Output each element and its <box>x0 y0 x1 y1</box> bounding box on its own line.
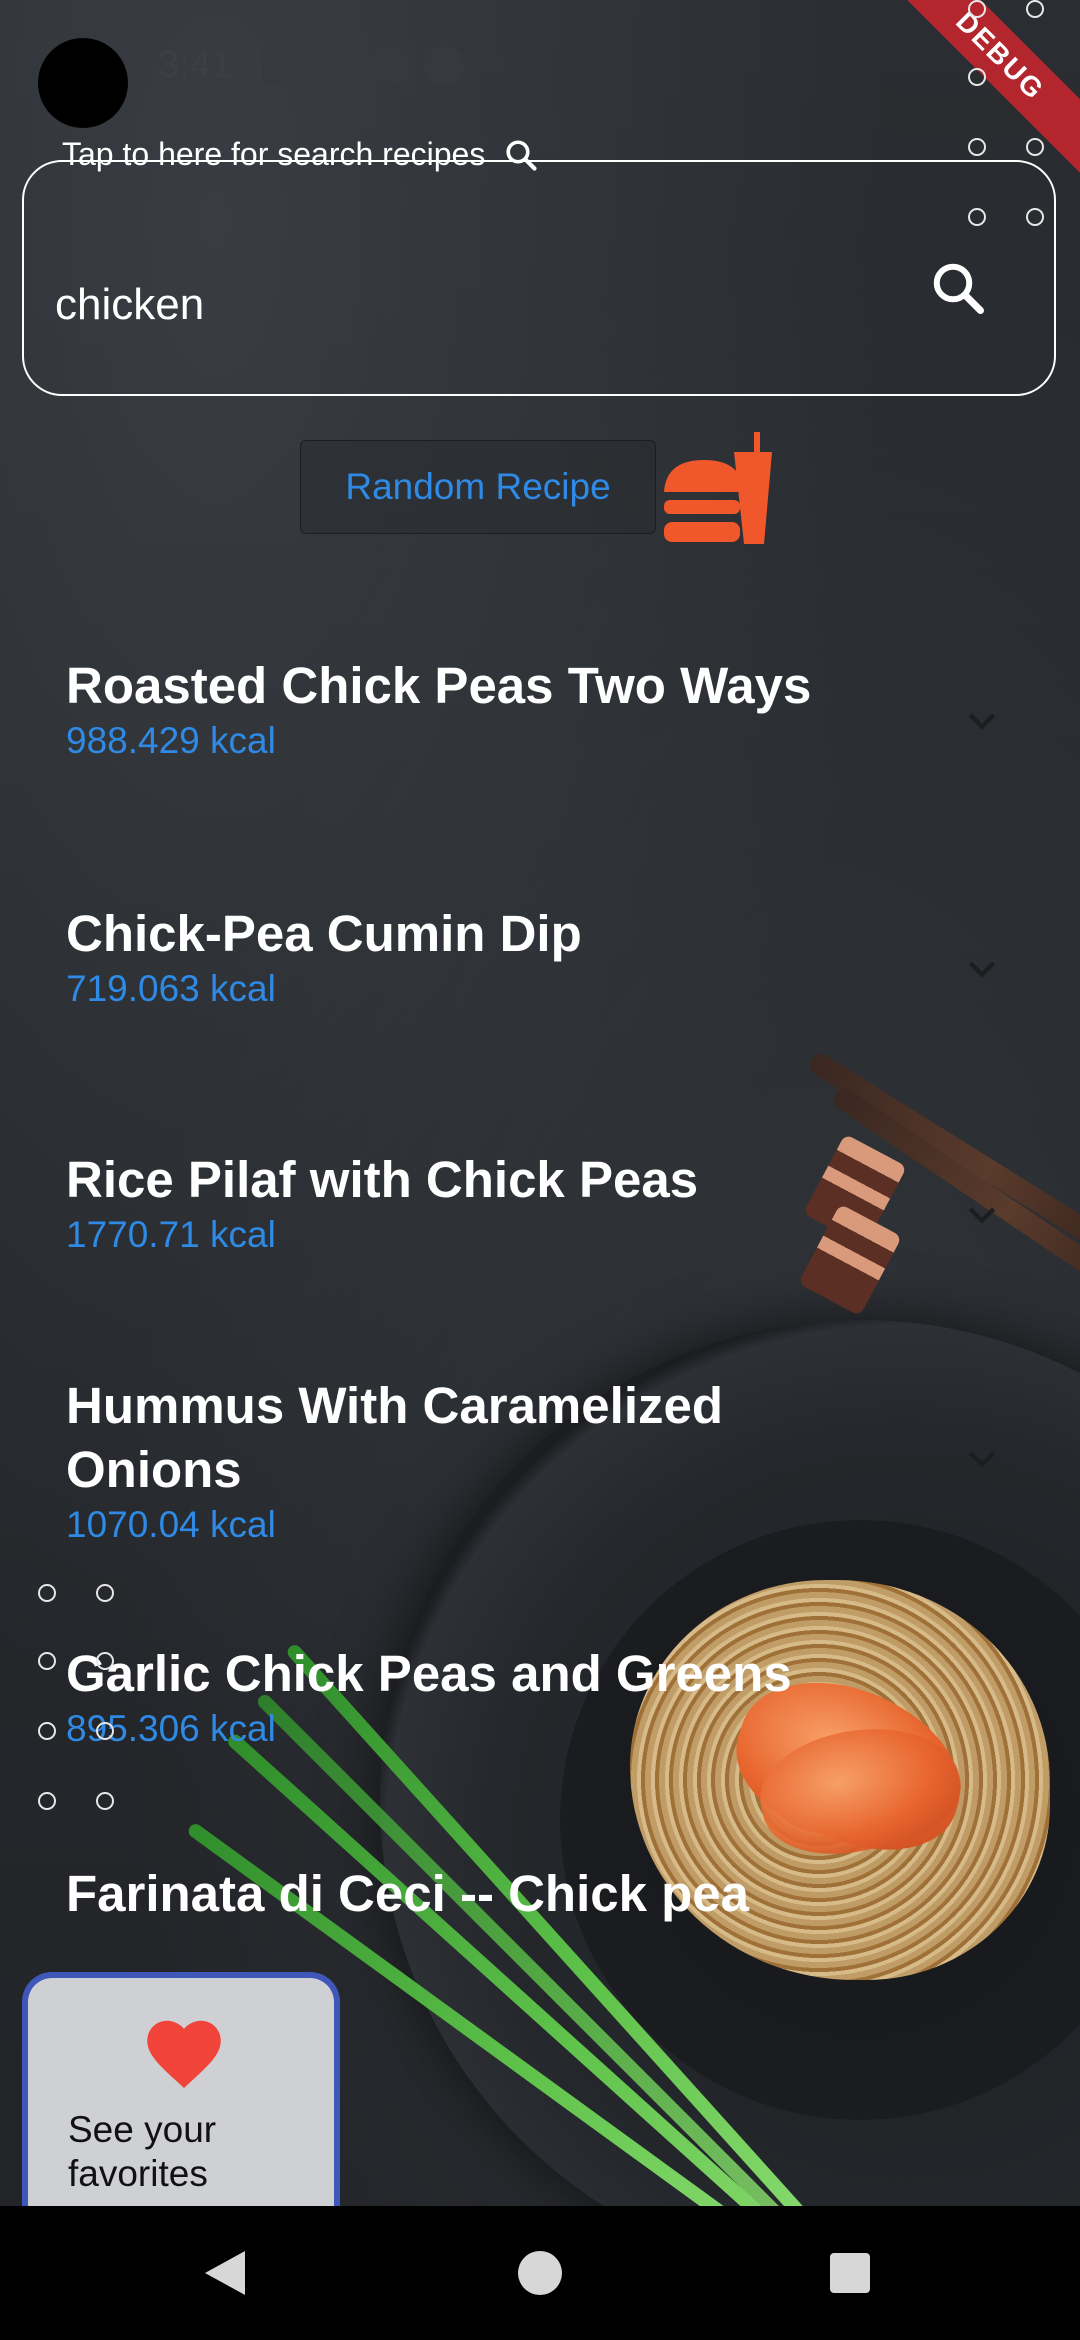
heart-icon <box>147 2020 221 2088</box>
loading-dot <box>968 68 986 86</box>
status-time: 3:41 <box>158 44 232 86</box>
loading-dot <box>968 138 986 156</box>
camera-cutout <box>38 38 128 128</box>
app-screen: 3:41 DEBUG Tap to here for search recipe… <box>0 0 1080 2206</box>
recipe-title: Roasted Chick Peas Two Ways <box>66 657 812 714</box>
app-notification-icon <box>370 46 410 86</box>
recipe-kcal: 895.306 kcal <box>66 1708 276 1749</box>
recipe-kcal: 988.429 kcal <box>66 720 276 761</box>
search-field[interactable] <box>22 160 1056 396</box>
status-bar: 3:41 <box>0 0 1080 140</box>
recipe-item[interactable]: Chick-Pea Cumin Dip 719.063 kcal <box>66 902 966 1010</box>
loading-dot <box>968 0 986 18</box>
back-icon[interactable] <box>205 2251 245 2295</box>
system-nav-bar <box>0 2206 1080 2340</box>
recipe-title: Rice Pilaf with Chick Peas <box>66 1151 699 1208</box>
chevron-down-icon[interactable] <box>962 700 1002 740</box>
loading-dot <box>96 1722 114 1740</box>
recipe-title: Hummus With Caramelized Onions <box>66 1377 723 1498</box>
recipe-kcal: 1770.71 kcal <box>66 1214 276 1255</box>
loading-dot <box>38 1652 56 1670</box>
burger-drink-icon[interactable] <box>660 430 780 550</box>
recipe-item[interactable]: Garlic Chick Peas and Greens 895.306 kca… <box>66 1642 966 1750</box>
search-hint: Tap to here for search recipes <box>62 136 539 173</box>
notification-icons <box>262 46 464 86</box>
loading-dot <box>96 1584 114 1602</box>
loading-dot <box>38 1584 56 1602</box>
loading-dot <box>38 1722 56 1740</box>
search-icon <box>506 139 537 171</box>
cloud-icon <box>316 46 356 86</box>
search-hint-label: Tap to here for search recipes <box>62 136 486 172</box>
recents-icon[interactable] <box>830 2253 870 2293</box>
recipe-title: Garlic Chick Peas and Greens <box>66 1645 792 1702</box>
gallery-icon <box>262 46 302 86</box>
favorites-label: See your favorites <box>68 2109 217 2194</box>
chevron-down-icon[interactable] <box>962 1438 1002 1478</box>
loading-dot <box>96 1652 114 1670</box>
loading-dot <box>38 1792 56 1810</box>
recipe-title: Farinata di Ceci -- Chick pea <box>66 1865 750 1922</box>
recipe-title: Chick-Pea Cumin Dip <box>66 905 582 962</box>
recipe-item[interactable]: Farinata di Ceci -- Chick pea <box>66 1862 966 1926</box>
ball-icon <box>424 46 464 86</box>
recipe-item[interactable]: Hummus With Caramelized Onions 1070.04 k… <box>66 1374 786 1546</box>
chevron-down-icon[interactable] <box>962 1194 1002 1234</box>
recipe-item[interactable]: Rice Pilaf with Chick Peas 1770.71 kcal <box>66 1148 966 1256</box>
home-icon[interactable] <box>518 2251 562 2295</box>
favorites-button[interactable]: See your favorites <box>22 1972 340 2206</box>
loading-dot <box>1026 138 1044 156</box>
chevron-down-icon[interactable] <box>962 948 1002 988</box>
search-submit-icon[interactable] <box>928 258 988 318</box>
search-input[interactable]: chicken <box>55 280 204 330</box>
recipe-item[interactable]: Roasted Chick Peas Two Ways 988.429 kcal <box>66 654 966 762</box>
loading-dot <box>96 1792 114 1810</box>
loading-dot <box>1026 0 1044 18</box>
recipe-kcal: 719.063 kcal <box>66 968 276 1009</box>
recipe-kcal: 1070.04 kcal <box>66 1504 276 1545</box>
random-recipe-button[interactable]: Random Recipe <box>300 440 656 534</box>
